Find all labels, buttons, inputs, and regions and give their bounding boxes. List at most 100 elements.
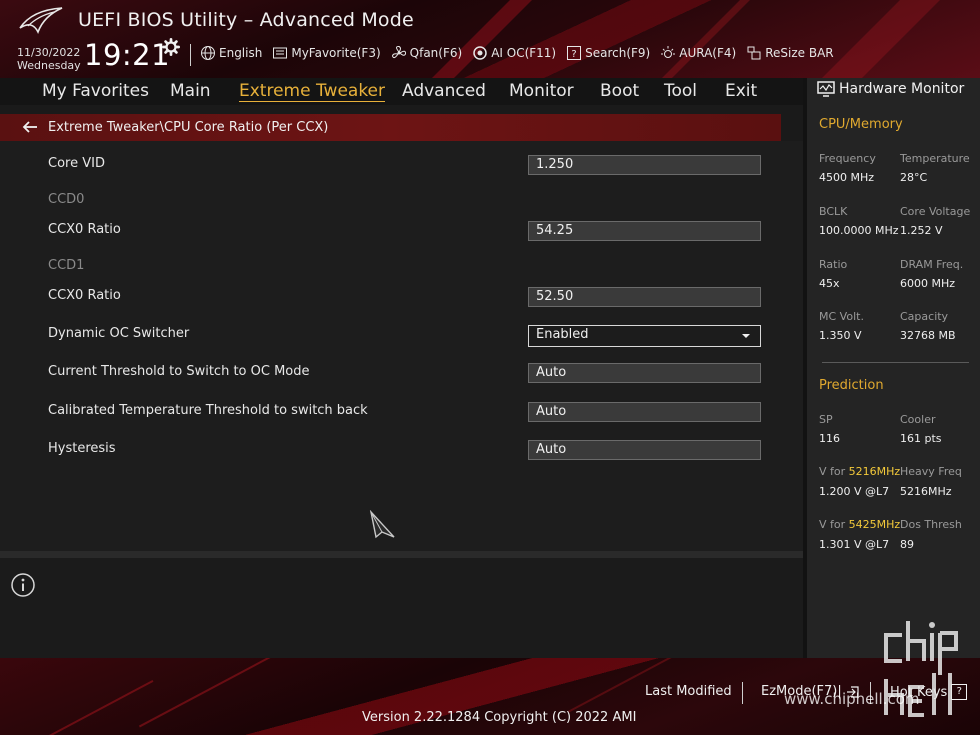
hardware-monitor-header: Hardware Monitor [817,81,964,97]
v-for-value-1: 1.200 V @L7 [819,485,890,498]
header-decor-stripe [420,0,542,78]
v-for-prefix: V for [819,518,846,531]
main-menu: My Favorites Main Extreme Tweaker Advanc… [0,78,803,105]
qfan-button[interactable]: Qfan(F6) [391,44,463,62]
chevron-down-icon [742,334,750,338]
version-text: Version 2.22.1284 Copyright (C) 2022 AMI [362,710,637,725]
sp-label: SP [819,413,833,426]
cpu-memory-heading: CPU/Memory [819,117,903,132]
section-label-ccd1: CCD1 [48,258,85,273]
tab-monitor[interactable]: Monitor [509,81,574,101]
setting-label-current-threshold: Current Threshold to Switch to OC Mode [48,364,310,379]
date-display: 11/30/2022 Wednesday [17,46,81,72]
qfan-label: Qfan(F6) [409,46,463,60]
hardware-monitor-title: Hardware Monitor [839,81,965,97]
hardware-monitor-panel: Hardware Monitor CPU/Memory Frequency 45… [803,78,980,658]
favorite-icon [273,47,288,59]
mc-volt-label: MC Volt. [819,310,864,323]
language-button[interactable]: English [200,44,262,62]
resize-bar-button[interactable]: ReSize BAR [746,44,834,62]
back-arrow-icon[interactable] [22,120,38,134]
breadcrumb: Extreme Tweaker\CPU Core Ratio (Per CCX) [0,114,781,141]
fan-icon [391,45,406,59]
resize-bar-icon [747,46,761,60]
section-label-ccd0: CCD0 [48,192,85,207]
calibrated-temp-threshold-input[interactable]: Auto [528,402,761,422]
current-threshold-input[interactable]: Auto [528,363,761,383]
tab-extreme-tweaker[interactable]: Extreme Tweaker [239,81,386,102]
weekday-text: Wednesday [17,59,81,72]
header-toolbar: English MyFavorite(F3) Qfan(F6) AI OC(F1… [200,44,834,62]
svg-text:?: ? [571,49,576,60]
dram-freq-value: 6000 MHz [900,277,956,290]
tab-main[interactable]: Main [170,81,211,101]
bclk-label: BCLK [819,205,848,218]
ai-oc-button[interactable]: AI OC(F11) [472,44,556,62]
breadcrumb-path: Extreme Tweaker\CPU Core Ratio (Per CCX) [48,120,329,135]
v-for-prefix: V for [819,465,846,478]
aura-button[interactable]: AURA(F4) [660,44,736,62]
setting-label-ccd0-ccx0-ratio: CCX0 Ratio [48,222,121,237]
dram-freq-label: DRAM Freq. [900,258,964,271]
help-panel [0,558,803,658]
header-decor-stripe [650,0,760,78]
ratio-label: Ratio [819,258,848,271]
rog-logo-icon [19,7,63,34]
monitor-icon [817,81,835,97]
heavy-freq-value: 5216MHz [900,485,952,498]
v-for-label-2: V for 5425MHz [819,518,900,531]
aura-label: AURA(F4) [679,46,737,60]
help-divider [0,551,803,558]
search-label: Search(F9) [585,46,651,60]
header-divider [190,44,191,66]
header-bar: UEFI BIOS Utility – Advanced Mode 11/30/… [0,0,980,78]
setting-label-hysteresis: Hysteresis [48,441,116,456]
ai-oc-icon [473,46,487,60]
search-icon: ? [567,46,582,60]
resize-bar-label: ReSize BAR [765,46,834,60]
frequency-value: 4500 MHz [819,171,875,184]
v-for-freq-2: 5425MHz [848,518,901,531]
info-icon [11,573,35,597]
v-for-value-2: 1.301 V @L7 [819,538,890,551]
core-voltage-label: Core Voltage [900,205,971,218]
mc-volt-value: 1.350 V [819,329,862,342]
tab-advanced[interactable]: Advanced [402,81,486,101]
temperature-value: 28°C [900,171,928,184]
dynamic-oc-switcher-value: Enabled [536,327,589,342]
dynamic-oc-switcher-select[interactable]: Enabled [528,325,761,347]
cooler-label: Cooler [900,413,936,426]
heavy-freq-label: Heavy Freq [900,465,962,478]
footer-decor-stripe [46,679,154,735]
dos-thresh-value: 89 [900,538,914,551]
search-button[interactable]: ? Search(F9) [566,44,650,62]
prediction-heading: Prediction [819,378,884,393]
sp-value: 116 [819,432,840,445]
clock: 19:21 [84,38,171,72]
ccd0-ccx0-ratio-input[interactable]: 54.25 [528,221,761,241]
v-for-freq-1: 5216MHz [848,465,901,478]
tab-tool[interactable]: Tool [664,81,697,101]
aura-icon [661,46,676,58]
setting-label-dynamic-oc-switcher: Dynamic OC Switcher [48,326,190,341]
cooler-value: 161 pts [900,432,942,445]
hysteresis-input[interactable]: Auto [528,440,761,460]
myfavorite-label: MyFavorite(F3) [291,46,381,60]
frequency-label: Frequency [819,152,876,165]
tab-my-favorites[interactable]: My Favorites [42,81,149,101]
setting-label-core-vid: Core VID [48,156,105,171]
time-settings-gear-icon[interactable] [162,38,180,56]
tab-boot[interactable]: Boot [600,81,639,101]
ccd1-ccx0-ratio-input[interactable]: 52.50 [528,287,761,307]
myfavorite-button[interactable]: MyFavorite(F3) [272,44,381,62]
bclk-value: 100.0000 MHz [819,224,899,237]
setting-label-calibrated-temp-threshold: Calibrated Temperature Threshold to swit… [48,403,368,418]
core-vid-input[interactable]: 1.250 [528,155,761,175]
capacity-value: 32768 MB [900,329,956,342]
ratio-value: 45x [819,277,840,290]
tab-exit[interactable]: Exit [725,81,757,101]
watermark-url: www.chiphell.com [784,690,920,708]
last-modified-button[interactable]: Last Modified [645,684,732,699]
language-label: English [219,46,263,60]
v-for-label-1: V for 5216MHz [819,465,900,478]
